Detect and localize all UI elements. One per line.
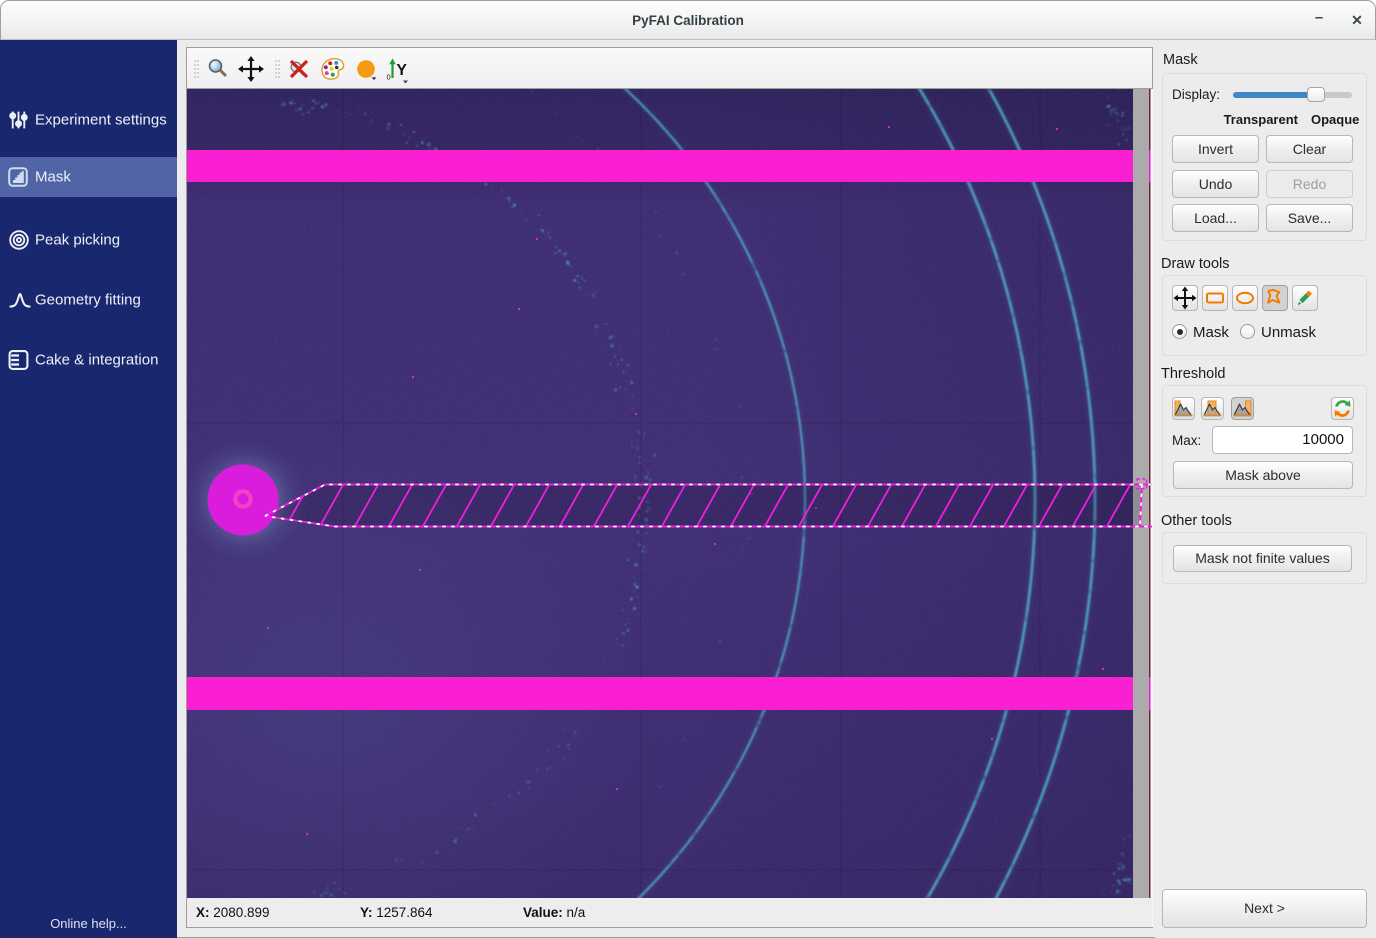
svg-text:Y: Y bbox=[397, 62, 408, 79]
svg-text:0: 0 bbox=[387, 73, 391, 82]
